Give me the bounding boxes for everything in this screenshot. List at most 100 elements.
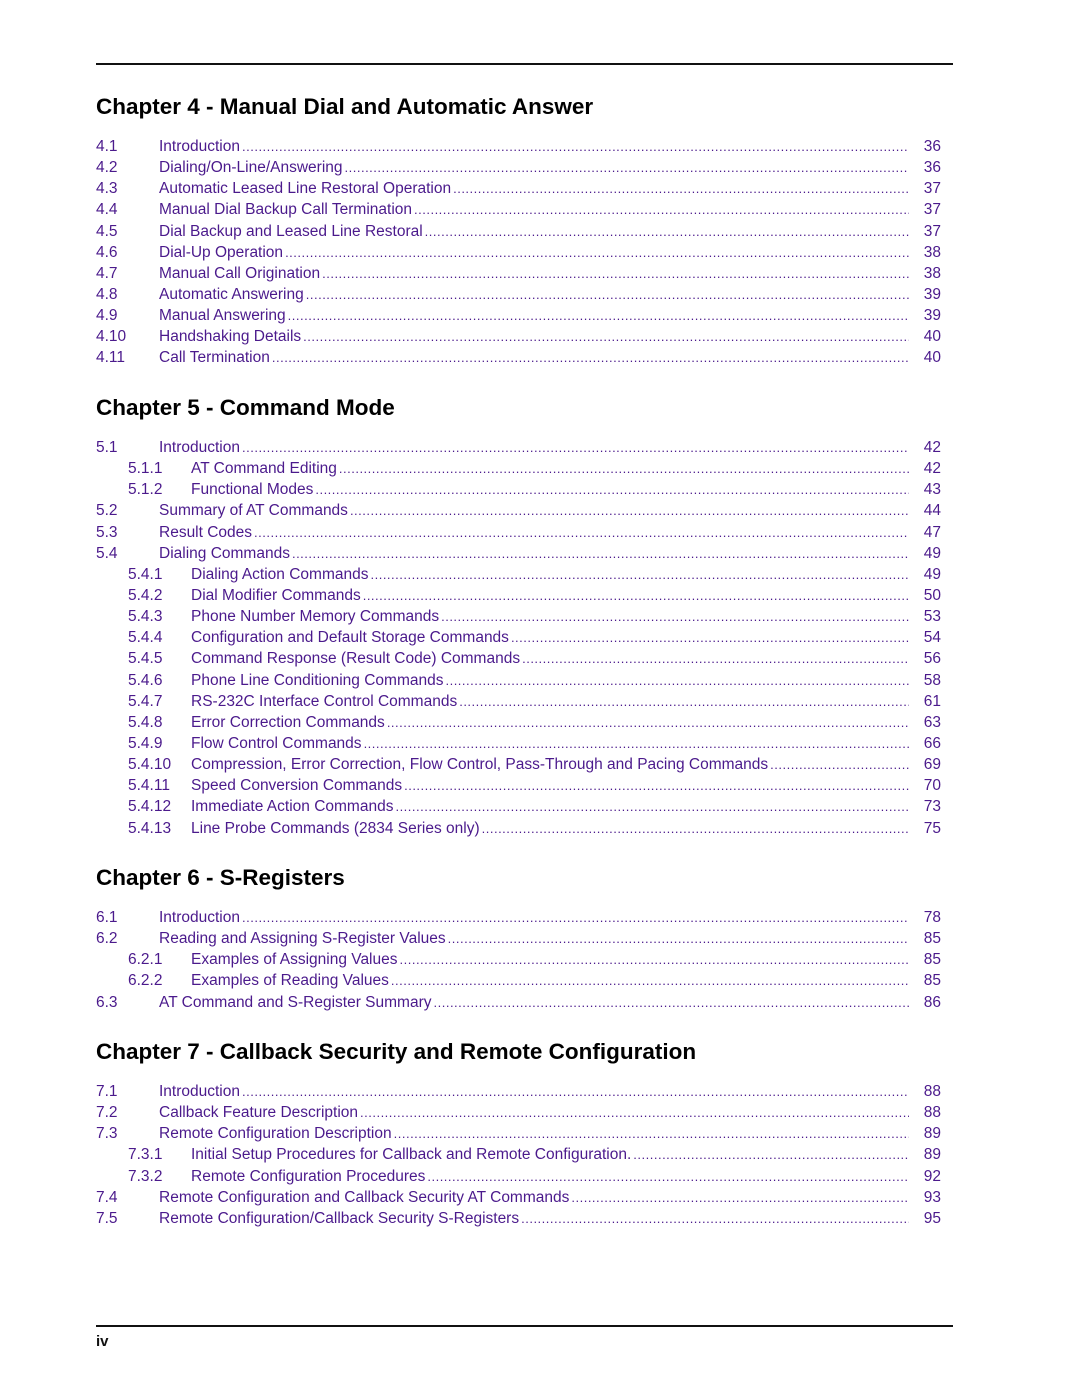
section-title-link[interactable]: Call Termination (159, 347, 272, 368)
section-title-link[interactable]: Manual Dial Backup Call Termination (159, 199, 414, 220)
toc-entry[interactable]: 5.1.1 AT Command Editing 42 (96, 458, 953, 479)
toc-entry[interactable]: 6.1 Introduction 78 (96, 907, 953, 928)
toc-entry[interactable]: 5.1.2 Functional Modes 43 (96, 479, 953, 500)
section-title-link[interactable]: Remote Configuration Description (159, 1123, 394, 1144)
page-number-link[interactable]: 92 (909, 1166, 953, 1187)
page-number-link[interactable]: 93 (909, 1187, 953, 1208)
page-number-link[interactable]: 66 (909, 733, 953, 754)
section-title-link[interactable]: Introduction (159, 907, 242, 928)
section-title-link[interactable]: Compression, Error Correction, Flow Cont… (191, 754, 770, 775)
page-number-link[interactable]: 86 (909, 992, 953, 1013)
section-title-link[interactable]: Introduction (159, 437, 242, 458)
page-number-link[interactable]: 53 (909, 606, 953, 627)
page-number-link[interactable]: 39 (909, 284, 953, 305)
section-title-link[interactable]: Dial Backup and Leased Line Restoral (159, 221, 425, 242)
page-number-link[interactable]: 40 (909, 326, 953, 347)
page-number-link[interactable]: 47 (909, 522, 953, 543)
section-title-link[interactable]: Immediate Action Commands (191, 796, 395, 817)
page-number-link[interactable]: 89 (909, 1123, 953, 1144)
section-title-link[interactable]: Callback Feature Description (159, 1102, 360, 1123)
toc-entry[interactable]: 4.7 Manual Call Origination 38 (96, 263, 953, 284)
section-title-link[interactable]: Phone Number Memory Commands (191, 606, 441, 627)
page-number-link[interactable]: 42 (909, 458, 953, 479)
page-number-link[interactable]: 50 (909, 585, 953, 606)
page-number-link[interactable]: 37 (909, 199, 953, 220)
page-number-link[interactable]: 38 (909, 263, 953, 284)
page-number-link[interactable]: 49 (909, 564, 953, 585)
toc-entry[interactable]: 6.3 AT Command and S-Register Summary 86 (96, 992, 953, 1013)
section-title-link[interactable]: AT Command Editing (191, 458, 339, 479)
page-number-link[interactable]: 38 (909, 242, 953, 263)
toc-entry[interactable]: 5.4.8 Error Correction Commands 63 (96, 712, 953, 733)
page-number-link[interactable]: 75 (909, 818, 953, 839)
toc-entry[interactable]: 4.2 Dialing/On-Line/Answering 36 (96, 157, 953, 178)
page-number-link[interactable]: 63 (909, 712, 953, 733)
section-title-link[interactable]: Initial Setup Procedures for Callback an… (191, 1144, 633, 1165)
section-title-link[interactable]: Dialing Action Commands (191, 564, 370, 585)
toc-entry[interactable]: 5.4.6 Phone Line Conditioning Commands 58 (96, 670, 953, 691)
toc-entry[interactable]: 6.2.2 Examples of Reading Values 85 (96, 970, 953, 991)
toc-entry[interactable]: 5.4.9 Flow Control Commands 66 (96, 733, 953, 754)
toc-entry[interactable]: 5.4.12 Immediate Action Commands 73 (96, 796, 953, 817)
page-number-link[interactable]: 88 (909, 1102, 953, 1123)
section-title-link[interactable]: Automatic Leased Line Restoral Operation (159, 178, 453, 199)
page-number-link[interactable]: 70 (909, 775, 953, 796)
toc-entry[interactable]: 6.2.1 Examples of Assigning Values 85 (96, 949, 953, 970)
section-title-link[interactable]: Functional Modes (191, 479, 315, 500)
page-number-link[interactable]: 56 (909, 648, 953, 669)
toc-entry[interactable]: 4.5 Dial Backup and Leased Line Restoral 3… (96, 221, 953, 242)
section-title-link[interactable]: Summary of AT Commands (159, 500, 350, 521)
section-title-link[interactable]: Manual Answering (159, 305, 288, 326)
section-title-link[interactable]: Remote Configuration Procedures (191, 1166, 427, 1187)
toc-entry[interactable]: 4.10 Handshaking Details 40 (96, 326, 953, 347)
toc-entry[interactable]: 5.2 Summary of AT Commands 44 (96, 500, 953, 521)
toc-entry[interactable]: 7.1 Introduction 88 (96, 1081, 953, 1102)
toc-entry[interactable]: 7.3 Remote Configuration Description 89 (96, 1123, 953, 1144)
section-title-link[interactable]: RS-232C Interface Control Commands (191, 691, 459, 712)
toc-entry[interactable]: 5.4.13 Line Probe Commands (2834 Series o… (96, 818, 953, 839)
page-number-link[interactable]: 85 (909, 970, 953, 991)
toc-entry[interactable]: 7.4 Remote Configuration and Callback Sec… (96, 1187, 953, 1208)
toc-entry[interactable]: 5.1 Introduction 42 (96, 437, 953, 458)
page-number-link[interactable]: 95 (909, 1208, 953, 1229)
toc-entry[interactable]: 5.3 Result Codes 47 (96, 522, 953, 543)
toc-entry[interactable]: 7.2 Callback Feature Description 88 (96, 1102, 953, 1123)
page-number-link[interactable]: 36 (909, 157, 953, 178)
page-number-link[interactable]: 89 (909, 1144, 953, 1165)
section-title-link[interactable]: Introduction (159, 1081, 242, 1102)
section-title-link[interactable]: Speed Conversion Commands (191, 775, 404, 796)
page-number-link[interactable]: 40 (909, 347, 953, 368)
toc-entry[interactable]: 5.4 Dialing Commands 49 (96, 543, 953, 564)
section-title-link[interactable]: Dialing/On-Line/Answering (159, 157, 345, 178)
toc-entry[interactable]: 5.4.2 Dial Modifier Commands 50 (96, 585, 953, 606)
toc-entry[interactable]: 5.4.3 Phone Number Memory Commands 53 (96, 606, 953, 627)
section-title-link[interactable]: Error Correction Commands (191, 712, 387, 733)
page-number-link[interactable]: 85 (909, 949, 953, 970)
section-title-link[interactable]: Remote Configuration/Callback Security S… (159, 1208, 521, 1229)
section-title-link[interactable]: Examples of Reading Values (191, 970, 391, 991)
toc-entry[interactable]: 5.4.11 Speed Conversion Commands 70 (96, 775, 953, 796)
page-number-link[interactable]: 69 (909, 754, 953, 775)
section-title-link[interactable]: Handshaking Details (159, 326, 303, 347)
toc-entry[interactable]: 4.3 Automatic Leased Line Restoral Operat… (96, 178, 953, 199)
toc-entry[interactable]: 5.4.4 Configuration and Default Storage C… (96, 627, 953, 648)
toc-entry[interactable]: 7.3.1 Initial Setup Procedures for Callba… (96, 1144, 953, 1165)
page-number-link[interactable]: 88 (909, 1081, 953, 1102)
toc-entry[interactable]: 5.4.5 Command Response (Result Code) Comm… (96, 648, 953, 669)
toc-entry[interactable]: 7.3.2 Remote Configuration Procedures 92 (96, 1166, 953, 1187)
page-number-link[interactable]: 37 (909, 178, 953, 199)
page-number-link[interactable]: 49 (909, 543, 953, 564)
toc-entry[interactable]: 4.4 Manual Dial Backup Call Termination 37 (96, 199, 953, 220)
section-title-link[interactable]: Dial-Up Operation (159, 242, 285, 263)
section-title-link[interactable]: Flow Control Commands (191, 733, 364, 754)
section-title-link[interactable]: Phone Line Conditioning Commands (191, 670, 445, 691)
page-number-link[interactable]: 58 (909, 670, 953, 691)
page-number-link[interactable]: 61 (909, 691, 953, 712)
page-number-link[interactable]: 73 (909, 796, 953, 817)
toc-entry[interactable]: 4.8 Automatic Answering 39 (96, 284, 953, 305)
page-number-link[interactable]: 43 (909, 479, 953, 500)
toc-entry[interactable]: 4.9 Manual Answering 39 (96, 305, 953, 326)
page-number-link[interactable]: 54 (909, 627, 953, 648)
section-title-link[interactable]: Automatic Answering (159, 284, 306, 305)
section-title-link[interactable]: Command Response (Result Code) Commands (191, 648, 522, 669)
